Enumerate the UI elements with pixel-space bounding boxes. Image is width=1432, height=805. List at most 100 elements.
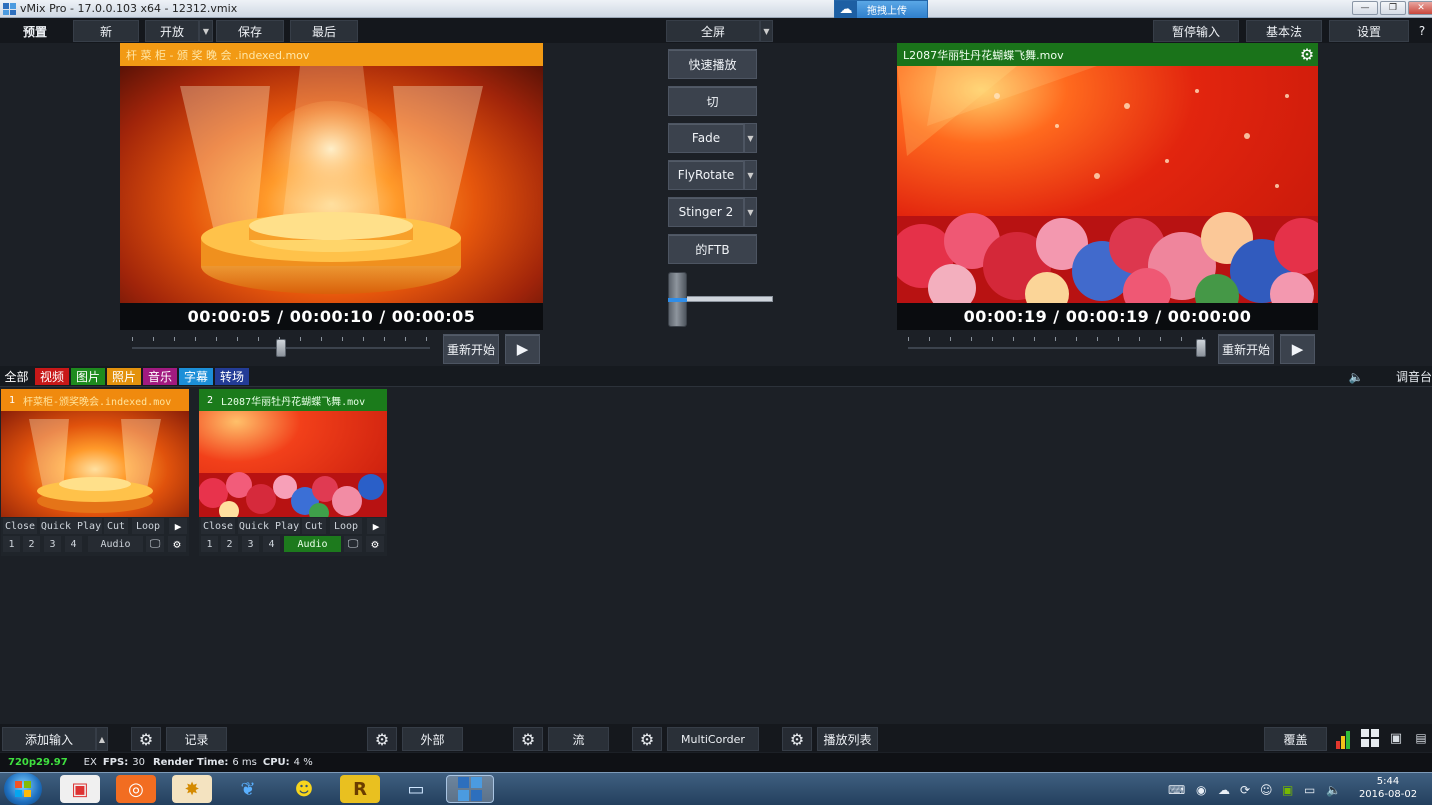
tray-sync-icon[interactable]: ⟳ xyxy=(1240,783,1250,797)
preset-button[interactable]: 预置 xyxy=(0,20,70,42)
playlist-settings-icon[interactable]: ⚙ xyxy=(782,727,812,751)
pause-input-button[interactable]: 暂停输入 xyxy=(1153,20,1239,42)
tray-network-icon[interactable]: ☁ xyxy=(1218,783,1230,797)
fullscreen-dropdown-button[interactable]: ▼ xyxy=(760,20,773,42)
multicorder-button[interactable]: MultiCorder xyxy=(667,727,759,751)
output-position-slider[interactable] xyxy=(908,337,1206,357)
add-input-dropdown[interactable]: ▲ xyxy=(96,727,108,751)
tray-nvidia-icon[interactable]: ▣ xyxy=(1282,783,1293,797)
open-dropdown-button[interactable]: ▼ xyxy=(199,20,213,42)
ftb-button[interactable]: 的FTB xyxy=(668,234,757,264)
input-1-monitor-icon[interactable]: 🖵 xyxy=(146,536,164,552)
input-1-audio-button[interactable]: Audio xyxy=(88,536,143,552)
input-2-close-button[interactable]: Close xyxy=(201,518,235,534)
record-button[interactable]: 记录 xyxy=(166,727,227,751)
multicorder-settings-icon[interactable]: ⚙ xyxy=(632,727,662,751)
taskbar-app-5-icon[interactable]: ☻ xyxy=(284,775,324,803)
input-2-settings-icon[interactable]: ⚙ xyxy=(366,536,384,552)
output-slider-thumb[interactable] xyxy=(1196,339,1206,357)
tray-display-icon[interactable]: ▭ xyxy=(1304,783,1315,797)
input-1-overlay-1-button[interactable]: 1 xyxy=(3,536,20,552)
input-1-header[interactable]: 1 杆菜柜-颁奖晚会.indexed.mov xyxy=(1,389,189,411)
transition-1-button[interactable]: Fade xyxy=(668,123,744,153)
mixer-button[interactable]: 调音台 xyxy=(1392,368,1432,385)
taskbar-app-6-icon[interactable]: R xyxy=(340,775,380,803)
input-2-overlay-2-button[interactable]: 2 xyxy=(221,536,238,552)
input-1-overlay-3-button[interactable]: 3 xyxy=(44,536,61,552)
taskbar-app-2-icon[interactable]: ◎ xyxy=(116,775,156,803)
input-2-overlay-4-button[interactable]: 4 xyxy=(263,536,280,552)
input-2-quick-play-button[interactable]: Quick Play xyxy=(238,518,300,534)
taskbar-app-3-icon[interactable]: ✸ xyxy=(172,775,212,803)
lock-icon[interactable]: ▤ xyxy=(1412,729,1430,747)
preview-restart-button[interactable]: 重新开始 xyxy=(443,334,499,364)
playlist-button[interactable]: 播放列表 xyxy=(817,727,878,751)
taskbar-clock[interactable]: 5:44 2016-08-02 xyxy=(1350,775,1426,803)
open-button[interactable]: 开放 xyxy=(145,20,199,42)
input-2-header[interactable]: 2 L2087华丽牡丹花蝴蝶飞舞.mov xyxy=(199,389,387,411)
transition-2-button[interactable]: FlyRotate xyxy=(668,160,744,190)
output-play-button[interactable]: ▶ xyxy=(1280,334,1315,364)
stream-settings-icon[interactable]: ⚙ xyxy=(513,727,543,751)
tray-volume-icon[interactable]: 🔈 xyxy=(1326,783,1341,797)
input-1-loop-button[interactable]: Loop xyxy=(132,518,164,534)
transition-3-button[interactable]: Stinger 2 xyxy=(668,197,744,227)
input-2-overlay-3-button[interactable]: 3 xyxy=(242,536,259,552)
tab-all[interactable]: 全部 xyxy=(0,368,33,385)
input-1-settings-icon[interactable]: ⚙ xyxy=(168,536,186,552)
preview-slider-thumb[interactable] xyxy=(276,339,286,357)
transition-2-dropdown[interactable]: ▼ xyxy=(744,160,757,190)
output-settings-icon[interactable]: ⚙ xyxy=(1297,44,1317,64)
minimize-button[interactable]: — xyxy=(1352,1,1378,15)
record-settings-icon[interactable]: ⚙ xyxy=(131,727,161,751)
quick-play-button[interactable]: 快速播放 xyxy=(668,49,757,79)
input-1-quick-play-button[interactable]: Quick Play xyxy=(40,518,102,534)
tray-keyboard-icon[interactable]: ⌨ xyxy=(1168,783,1185,797)
taskbar-vmix-icon[interactable] xyxy=(446,775,494,803)
tab-title[interactable]: 字幕 xyxy=(179,368,213,385)
tab-transition[interactable]: 转场 xyxy=(215,368,249,385)
tab-music[interactable]: 音乐 xyxy=(143,368,177,385)
transition-3-dropdown[interactable]: ▼ xyxy=(744,197,757,227)
output-video[interactable] xyxy=(897,66,1318,303)
cut-button[interactable]: 切 xyxy=(668,86,757,116)
close-button[interactable]: ✕ xyxy=(1408,1,1432,15)
input-2-monitor-icon[interactable]: 🖵 xyxy=(344,536,362,552)
audio-meter-icon[interactable] xyxy=(1336,729,1354,749)
overlay-button[interactable]: 覆盖 xyxy=(1264,727,1327,751)
input-2-cut-button[interactable]: Cut xyxy=(302,518,326,534)
last-button[interactable]: 最后 xyxy=(290,20,358,42)
multiview-grid-icon[interactable] xyxy=(1361,729,1379,747)
help-button[interactable]: ? xyxy=(1412,20,1432,42)
fullscreen-button[interactable]: 全屏 xyxy=(666,20,760,42)
start-button[interactable] xyxy=(4,773,42,805)
taskbar-app-7-icon[interactable]: ▭ xyxy=(396,775,436,803)
basic-button[interactable]: 基本法 xyxy=(1246,20,1322,42)
tab-photo[interactable]: 照片 xyxy=(107,368,141,385)
camera-icon[interactable]: ▣ xyxy=(1386,729,1406,747)
output-restart-button[interactable]: 重新开始 xyxy=(1218,334,1274,364)
tab-image[interactable]: 图片 xyxy=(71,368,105,385)
transition-1-dropdown[interactable]: ▼ xyxy=(744,123,757,153)
input-1-cut-button[interactable]: Cut xyxy=(104,518,128,534)
input-1-play-button[interactable]: ▶ xyxy=(169,518,187,534)
add-input-button[interactable]: 添加输入 xyxy=(2,727,96,751)
drag-upload-button[interactable]: ☁ 拖拽上传 xyxy=(834,0,928,19)
new-button[interactable]: 新 xyxy=(73,20,139,42)
input-1-overlay-4-button[interactable]: 4 xyxy=(65,536,82,552)
input-1-close-button[interactable]: Close xyxy=(3,518,37,534)
input-2-overlay-1-button[interactable]: 1 xyxy=(201,536,218,552)
external-button[interactable]: 外部 xyxy=(402,727,463,751)
t-bar-handle[interactable] xyxy=(668,272,687,327)
external-settings-icon[interactable]: ⚙ xyxy=(367,727,397,751)
preview-play-button[interactable]: ▶ xyxy=(505,334,540,364)
input-2-thumbnail[interactable] xyxy=(199,411,387,517)
speaker-icon[interactable]: 🔈 xyxy=(1346,368,1366,385)
save-button[interactable]: 保存 xyxy=(216,20,284,42)
tray-qq-icon[interactable]: ☺ xyxy=(1260,783,1273,797)
tray-app-icon[interactable]: ◉ xyxy=(1196,783,1206,797)
taskbar-app-4-icon[interactable]: ❦ xyxy=(228,775,268,803)
input-1-thumbnail[interactable] xyxy=(1,411,189,517)
restore-button[interactable]: ❐ xyxy=(1380,1,1406,15)
input-2-play-button[interactable]: ▶ xyxy=(367,518,385,534)
